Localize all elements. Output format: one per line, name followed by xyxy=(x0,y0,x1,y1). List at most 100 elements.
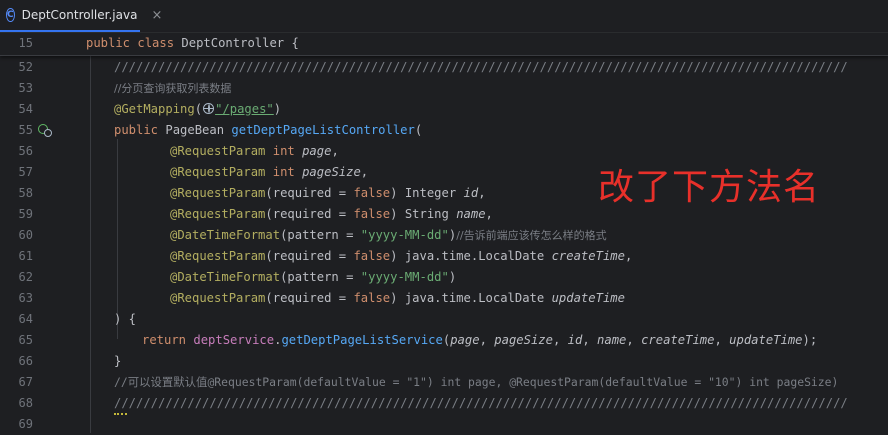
close-tab-icon[interactable]: × xyxy=(151,8,162,23)
line-number: 68 xyxy=(18,396,33,410)
web-endpoint-icon xyxy=(44,129,52,137)
sticky-class-header[interactable]: 15 public class DeptController { xyxy=(0,33,888,56)
annotation: @RequestParam xyxy=(170,291,266,305)
line-number: 56 xyxy=(18,144,33,158)
keyword: false xyxy=(353,291,391,305)
code-line: @RequestParam(required = false) java.tim… xyxy=(170,288,625,309)
code-line-55[interactable]: 55 public PageBean getDeptPageListContro… xyxy=(0,120,888,141)
args: ) java.time.LocalDate xyxy=(390,249,552,263)
args: ) String xyxy=(390,207,457,221)
code-line-68[interactable]: 68 /////////////////////////////////////… xyxy=(0,393,888,414)
java-class-icon: C xyxy=(6,8,15,22)
comment-divider: ////////////////////////////////////////… xyxy=(114,396,848,410)
url-mapping-link[interactable]: "/pages" xyxy=(215,102,274,116)
line-number: 54 xyxy=(18,102,33,116)
keyword: class xyxy=(137,36,175,50)
parameter: pageSize xyxy=(302,165,361,179)
code-line-63[interactable]: 63 @RequestParam(required = false) java.… xyxy=(0,288,888,309)
parameter: id xyxy=(463,186,479,200)
argument: pageSize xyxy=(494,333,553,347)
annotation: @RequestParam xyxy=(170,144,266,158)
tab-deptcontroller-java[interactable]: C DeptController.java × xyxy=(0,0,162,32)
line-number: 69 xyxy=(18,417,33,431)
keyword: false xyxy=(353,249,391,263)
args: (pattern = xyxy=(280,228,361,242)
annotation: @GetMapping xyxy=(114,102,195,116)
method-call: getDeptPageListService xyxy=(281,333,443,347)
args: (required = xyxy=(265,207,354,221)
code-line-54[interactable]: 54 @GetMapping( "/pages") xyxy=(0,99,888,120)
editor-tab-bar: C DeptController.java × xyxy=(0,0,888,33)
line-number: 55 xyxy=(18,123,33,137)
paren: ); xyxy=(802,333,818,347)
code-line: @RequestParam int page, xyxy=(170,141,339,162)
code-line: @RequestParam(required = false) java.tim… xyxy=(170,246,632,267)
line-number: 15 xyxy=(18,36,33,50)
punct: , xyxy=(485,207,493,221)
line-number: 57 xyxy=(18,165,33,179)
code-line-53[interactable]: 53 //分页查询获取列表数据 xyxy=(0,78,888,99)
code-line-69[interactable]: 69 xyxy=(0,414,888,435)
keyword: public xyxy=(114,123,159,137)
keyword: int xyxy=(272,165,295,179)
code-line: return deptService.getDeptPageListServic… xyxy=(142,330,817,351)
globe-icon[interactable] xyxy=(203,103,215,114)
code-line-60[interactable]: 60 @DateTimeFormat(pattern = "yyyy-MM-dd… xyxy=(0,225,888,246)
argument: updateTime xyxy=(729,333,803,347)
args: (pattern = xyxy=(280,270,361,284)
code-line: public class DeptController { xyxy=(86,33,299,54)
line-number: 65 xyxy=(18,333,33,347)
line-number: 59 xyxy=(18,207,33,221)
paren: ( xyxy=(414,123,423,137)
string-literal: "yyyy-MM-dd" xyxy=(360,270,449,284)
parameter: createTime xyxy=(551,249,625,263)
punct: , xyxy=(714,333,730,347)
overlay-annotation-text: 改了下方法名 xyxy=(598,167,821,208)
punct: , xyxy=(360,165,369,179)
line-number: 61 xyxy=(18,249,33,263)
keyword: return xyxy=(142,333,187,347)
code-line-62[interactable]: 62 @DateTimeFormat(pattern = "yyyy-MM-dd… xyxy=(0,267,888,288)
code-line: @RequestParam int pageSize, xyxy=(170,162,368,183)
code-line-65[interactable]: 65 return deptService.getDeptPageListSer… xyxy=(0,330,888,351)
line-number: 58 xyxy=(18,186,33,200)
code-line: public PageBean getDeptPageListControlle… xyxy=(114,120,422,141)
method-name: getDeptPageListController xyxy=(231,123,415,137)
code-line: @DateTimeFormat(pattern = "yyyy-MM-dd") xyxy=(170,267,456,288)
annotation: @RequestParam xyxy=(170,249,266,263)
keyword: int xyxy=(272,144,295,158)
args: (required = xyxy=(265,249,354,263)
args: (required = xyxy=(265,186,354,200)
code-line-61[interactable]: 61 @RequestParam(required = false) java.… xyxy=(0,246,888,267)
code-line-67[interactable]: 67 //可以设置默认值@RequestParam(defaultValue =… xyxy=(0,372,888,393)
keyword: false xyxy=(353,186,391,200)
paren: ( xyxy=(194,102,203,116)
line-number: 60 xyxy=(18,228,33,242)
annotation: @RequestParam xyxy=(170,207,266,221)
annotation: @DateTimeFormat xyxy=(170,228,281,242)
type-name: PageBean xyxy=(165,123,225,137)
code-line: @RequestParam(required = false) String n… xyxy=(170,204,493,225)
code-line-52[interactable]: 52 /////////////////////////////////////… xyxy=(0,57,888,78)
parameter: name xyxy=(456,207,486,221)
args: ) java.time.LocalDate xyxy=(390,291,552,305)
punct: , xyxy=(479,333,495,347)
paren: ) xyxy=(273,102,282,116)
code-line-64[interactable]: 64 ) { xyxy=(0,309,888,330)
code-line: @DateTimeFormat(pattern = "yyyy-MM-dd")/… xyxy=(170,225,607,246)
code-line-66[interactable]: 66 } xyxy=(0,351,888,372)
argument: page xyxy=(450,333,480,347)
parameter: updateTime xyxy=(551,291,625,305)
comment: //告诉前端应该传怎么样的格式 xyxy=(456,229,607,242)
code-line: @RequestParam(required = false) Integer … xyxy=(170,183,486,204)
class-name: DeptController xyxy=(181,36,285,50)
line-number: 66 xyxy=(18,354,33,368)
punct: , xyxy=(478,186,486,200)
punct: , xyxy=(552,333,568,347)
args: ) Integer xyxy=(390,186,464,200)
code-line: ) { xyxy=(114,312,137,326)
argument: name xyxy=(597,333,627,347)
annotation: @DateTimeFormat xyxy=(170,270,281,284)
punct: , xyxy=(624,249,633,263)
brace: { xyxy=(291,36,299,50)
